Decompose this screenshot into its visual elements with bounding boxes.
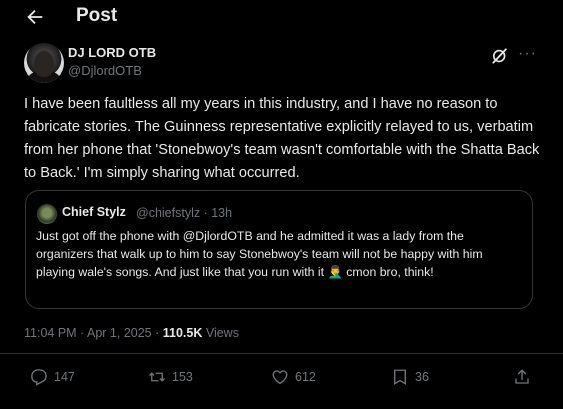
share-button[interactable] <box>513 366 537 388</box>
retweet-count: 153 <box>172 370 193 384</box>
like-button[interactable]: 612 <box>271 366 316 388</box>
quote-mention[interactable]: @DjlordOTB <box>183 229 253 243</box>
quote-text: Just got off the phone with @DjlordOTB a… <box>36 227 524 281</box>
post-time[interactable]: 11:04 PM · Apr 1, 2025 · <box>24 326 163 340</box>
views-label: Views <box>202 326 239 340</box>
post-timestamp: 11:04 PM · Apr 1, 2025 · 110.5K Views <box>24 326 239 340</box>
back-arrow-icon[interactable] <box>24 6 46 28</box>
like-icon <box>272 370 288 385</box>
views-count: 110.5K <box>162 326 203 340</box>
like-count: 612 <box>295 370 316 384</box>
reply-icon <box>31 369 47 386</box>
post-text: I have been faultless all my years in th… <box>24 96 540 181</box>
bookmark-button[interactable]: 36 <box>391 366 429 388</box>
page-title: Post <box>76 5 118 26</box>
top-bar: Post <box>0 0 563 36</box>
quote-text-start: Just got off the phone with <box>36 229 183 243</box>
bookmark-count: 36 <box>415 370 429 384</box>
more-icon[interactable]: ··· <box>518 45 537 63</box>
retweet-icon <box>149 372 165 382</box>
share-icon <box>515 369 529 384</box>
author-avatar[interactable] <box>24 43 64 83</box>
bookmark-icon <box>394 369 406 385</box>
reply-button[interactable]: 147 <box>30 366 75 388</box>
retweet-button[interactable]: 153 <box>148 366 193 388</box>
quote-avatar[interactable] <box>37 204 57 224</box>
quoted-post[interactable]: Chief Stylz @chiefstylz · 13h Just got o… <box>25 190 533 309</box>
author-name[interactable]: DJ LORD OTB <box>68 45 156 60</box>
reply-count: 147 <box>54 370 75 384</box>
divider <box>0 353 563 354</box>
author-handle[interactable]: @DjlordOTB <box>68 63 142 78</box>
quote-meta: @chiefstylz · 13h <box>136 206 233 220</box>
quote-author-name[interactable]: Chief Stylz <box>62 205 126 219</box>
grok-icon[interactable] <box>490 46 510 66</box>
